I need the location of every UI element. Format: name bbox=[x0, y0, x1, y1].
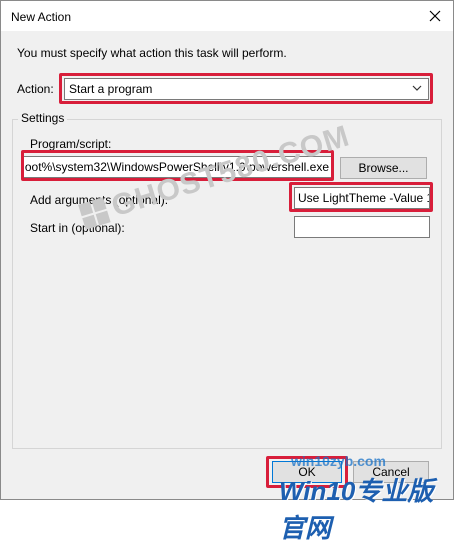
window-title: New Action bbox=[11, 10, 72, 24]
close-icon bbox=[429, 10, 441, 22]
action-label: Action: bbox=[17, 82, 54, 96]
highlight-arguments bbox=[289, 182, 433, 212]
program-script-label: Program/script: bbox=[30, 137, 112, 151]
brand-watermark: Win10专业版官网 bbox=[279, 476, 434, 543]
highlight-action bbox=[59, 73, 433, 104]
new-action-dialog: New Action You must specify what action … bbox=[0, 0, 454, 543]
instruction-text: You must specify what action this task w… bbox=[17, 46, 287, 60]
watermark-bottom: win10zyb.com bbox=[291, 453, 386, 469]
browse-button[interactable]: Browse... bbox=[340, 157, 427, 179]
settings-legend: Settings bbox=[18, 111, 68, 125]
start-in-input[interactable] bbox=[294, 216, 430, 238]
close-button[interactable] bbox=[421, 4, 449, 28]
title-bar[interactable]: New Action bbox=[1, 1, 453, 31]
